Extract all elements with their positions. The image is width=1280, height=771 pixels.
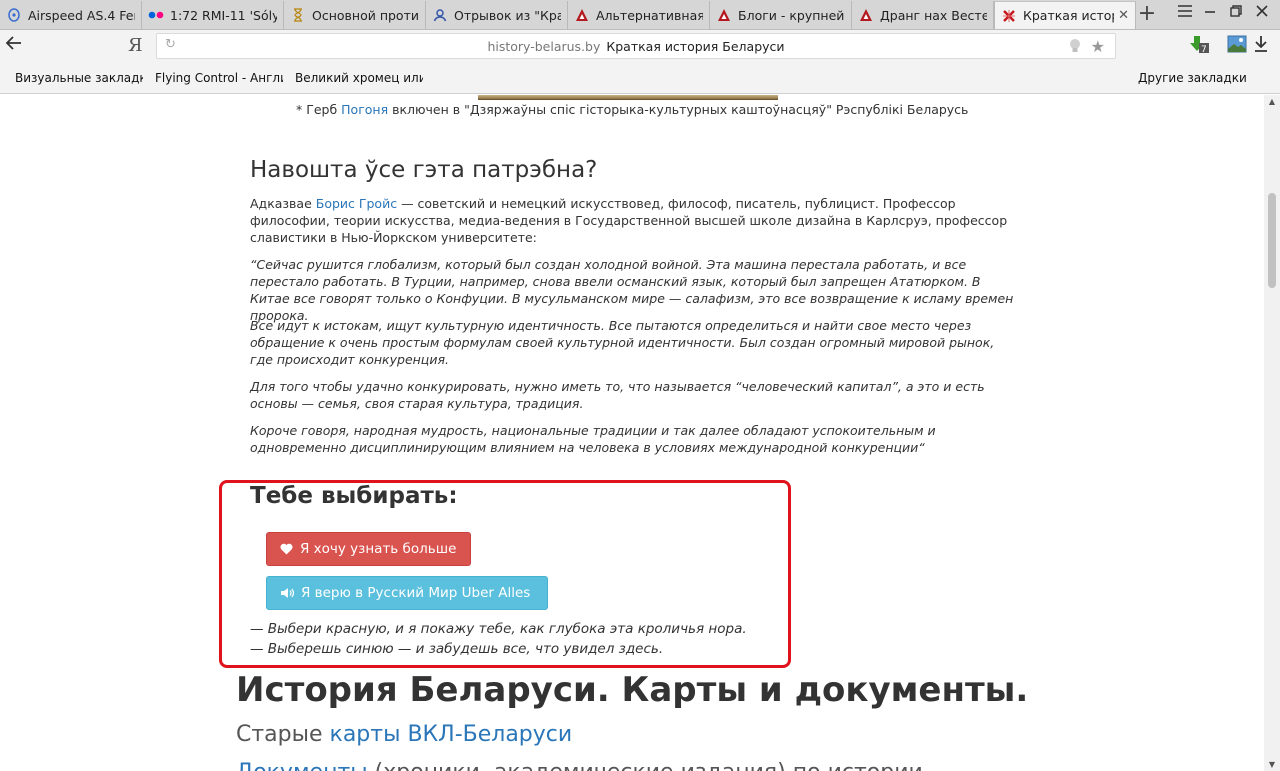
vertical-scrollbar[interactable]: ▲ ▼ [1264,95,1280,771]
close-window-icon[interactable] [1252,5,1272,21]
tab-excerpt[interactable]: Отрывок из "Кратк [426,1,568,29]
tab-opponent[interactable]: Основной противник [284,1,426,29]
volume-icon [280,587,294,599]
button-label: Я верю в Русский Мир Uber Alles [301,585,531,601]
bookmark-label: Flying Control - Англий [155,71,283,85]
scrollbar-thumb[interactable] [1268,193,1276,288]
quote-paragraph: Короче говоря, народная мудрость, национ… [250,423,936,455]
restore-icon[interactable] [1226,5,1246,21]
maps-docs-heading: История Беларуси. Карты и документы. [236,670,1029,710]
tab-drang[interactable]: Дранг нах Вестерн [852,1,994,29]
back-arrow-icon[interactable] [4,34,24,58]
page-viewport: * Герб Погоня включен в "Дзяржаўны спіс … [0,95,1264,771]
coat-of-arms-image [478,95,778,100]
aircraft-site-icon [6,7,22,23]
scroll-up-arrow-icon[interactable]: ▲ [1264,97,1280,106]
download-icon[interactable] [1253,35,1275,57]
close-icon[interactable]: ✕ [1118,8,1129,23]
quote-paragraph: Для того чтобы удачно конкурировать, нуж… [250,379,985,411]
tab-strip: Airspeed AS.4 Ferry 1:72 RMI-11 'Sólyom … [0,0,1280,30]
alt-history-icon [858,7,874,23]
tab-title: Блоги - крупнейши [738,7,845,23]
lightbulb-icon[interactable] [1069,38,1081,54]
groys-link[interactable]: Борис Гройс [316,196,397,211]
tab-title: 1:72 RMI-11 'Sólyom [170,7,277,23]
download-badge-icon[interactable]: 7 [1188,35,1210,57]
note-suffix: включен в "Дзяржаўны спіс гісторыка-куль… [388,102,969,117]
user-icon [432,7,448,23]
coat-of-arms-note: * Герб Погоня включен в "Дзяржаўны спіс … [296,102,968,117]
choice-heading: Тебе выбирать: [250,483,458,509]
button-label: Я хочу узнать больше [300,541,457,557]
navigation-bar: Я ↻ history-belarus.by Краткая история Бе… [0,30,1280,63]
bookmark-other[interactable]: Другие закладки ▾ [1138,71,1250,85]
tab-blogs[interactable]: Блоги - крупнейши [710,1,852,29]
bookmark-flying-control[interactable]: Flying Control - Англий [155,71,283,85]
docs-suffix: (хроники, академические издания) по исто… [368,760,923,771]
tab-title: Дранг нах Вестерн [880,7,987,23]
tab-title: Airspeed AS.4 Ferry [28,7,135,23]
tab-airspeed[interactable]: Airspeed AS.4 Ferry [0,1,142,29]
menu-icon[interactable] [1175,5,1195,21]
picture-icon[interactable] [1227,35,1249,57]
scroll-down-arrow-icon[interactable]: ▼ [1264,760,1280,769]
maps-link[interactable]: карты ВКЛ-Беларуси [330,722,573,747]
documents-line: Документы (хроники, академические издани… [236,760,923,771]
bookmark-visual[interactable]: Визуальные закладки ▾ [15,71,143,85]
tab-title: Отрывок из "Кратк [454,7,561,23]
tab-rmi[interactable]: 1:72 RMI-11 'Sólyom [142,1,284,29]
alt-history-icon [716,7,732,23]
tab-title: Основной противник [312,7,419,23]
old-maps-line: Старые карты ВКЛ-Беларуси [236,722,572,747]
svg-text:7: 7 [1201,45,1207,55]
intro-paragraph: Адказвае Борис Гройс — советский и немец… [250,195,1020,246]
red-pill-line: — Выбери красную, и я покажу тебе, как г… [250,621,747,637]
quote-paragraph: Все идут к истокам, ищут культурную иден… [250,318,995,367]
russian-world-button[interactable]: Я верю в Русский Мир Uber Alles [266,576,548,610]
tab-title: Краткая истори [1023,8,1114,23]
quote-paragraph: “Сейчас рушится глобализм, который был с… [250,257,1014,323]
url-text[interactable]: history-belarus.by Краткая история Белару… [157,39,1115,54]
section-heading: Навошта ўсе гэта патрэбна? [250,157,598,183]
bookmark-label: Другие закладки [1138,71,1247,85]
maps-prefix: Старые [236,722,330,747]
hourglass-icon [290,7,306,23]
documents-link[interactable]: Документы [236,760,368,771]
heart-icon [280,543,293,555]
new-tab-icon[interactable]: + [1135,3,1159,27]
alt-history-icon [574,7,590,23]
tab-alt-history[interactable]: Альтернативная Ис [568,1,710,29]
bookmark-label: Визуальные закладки [15,71,143,85]
bookmarks-bar: Визуальные закладки ▾ Flying Control - А… [0,63,1280,94]
note-prefix: * Герб [296,102,342,117]
cross-icon [1001,8,1017,24]
learn-more-button[interactable]: Я хочу узнать больше [266,532,471,566]
tab-history-belarus[interactable]: Краткая истори ✕ [994,1,1136,29]
tab-title: Альтернативная Ис [596,7,703,23]
blue-pill-line: — Выберешь синюю — и забудешь все, что у… [250,641,664,657]
yandex-logo[interactable]: Я [128,35,143,56]
bookmark-label: Великий хромец или н [295,71,423,85]
minimize-icon[interactable] [1200,5,1220,21]
url-page-title: Краткая история Беларуси [606,39,785,54]
flickr-icon [148,7,164,23]
address-bar[interactable]: ↻ history-belarus.by Краткая история Бела… [156,33,1116,59]
intro-prefix: Адказвае [250,196,316,211]
url-domain: history-belarus.by [487,39,601,54]
bookmark-star-icon[interactable]: ★ [1091,37,1105,56]
bookmark-hromec[interactable]: Великий хромец или н [295,71,423,85]
pogonya-link[interactable]: Погоня [341,102,388,117]
